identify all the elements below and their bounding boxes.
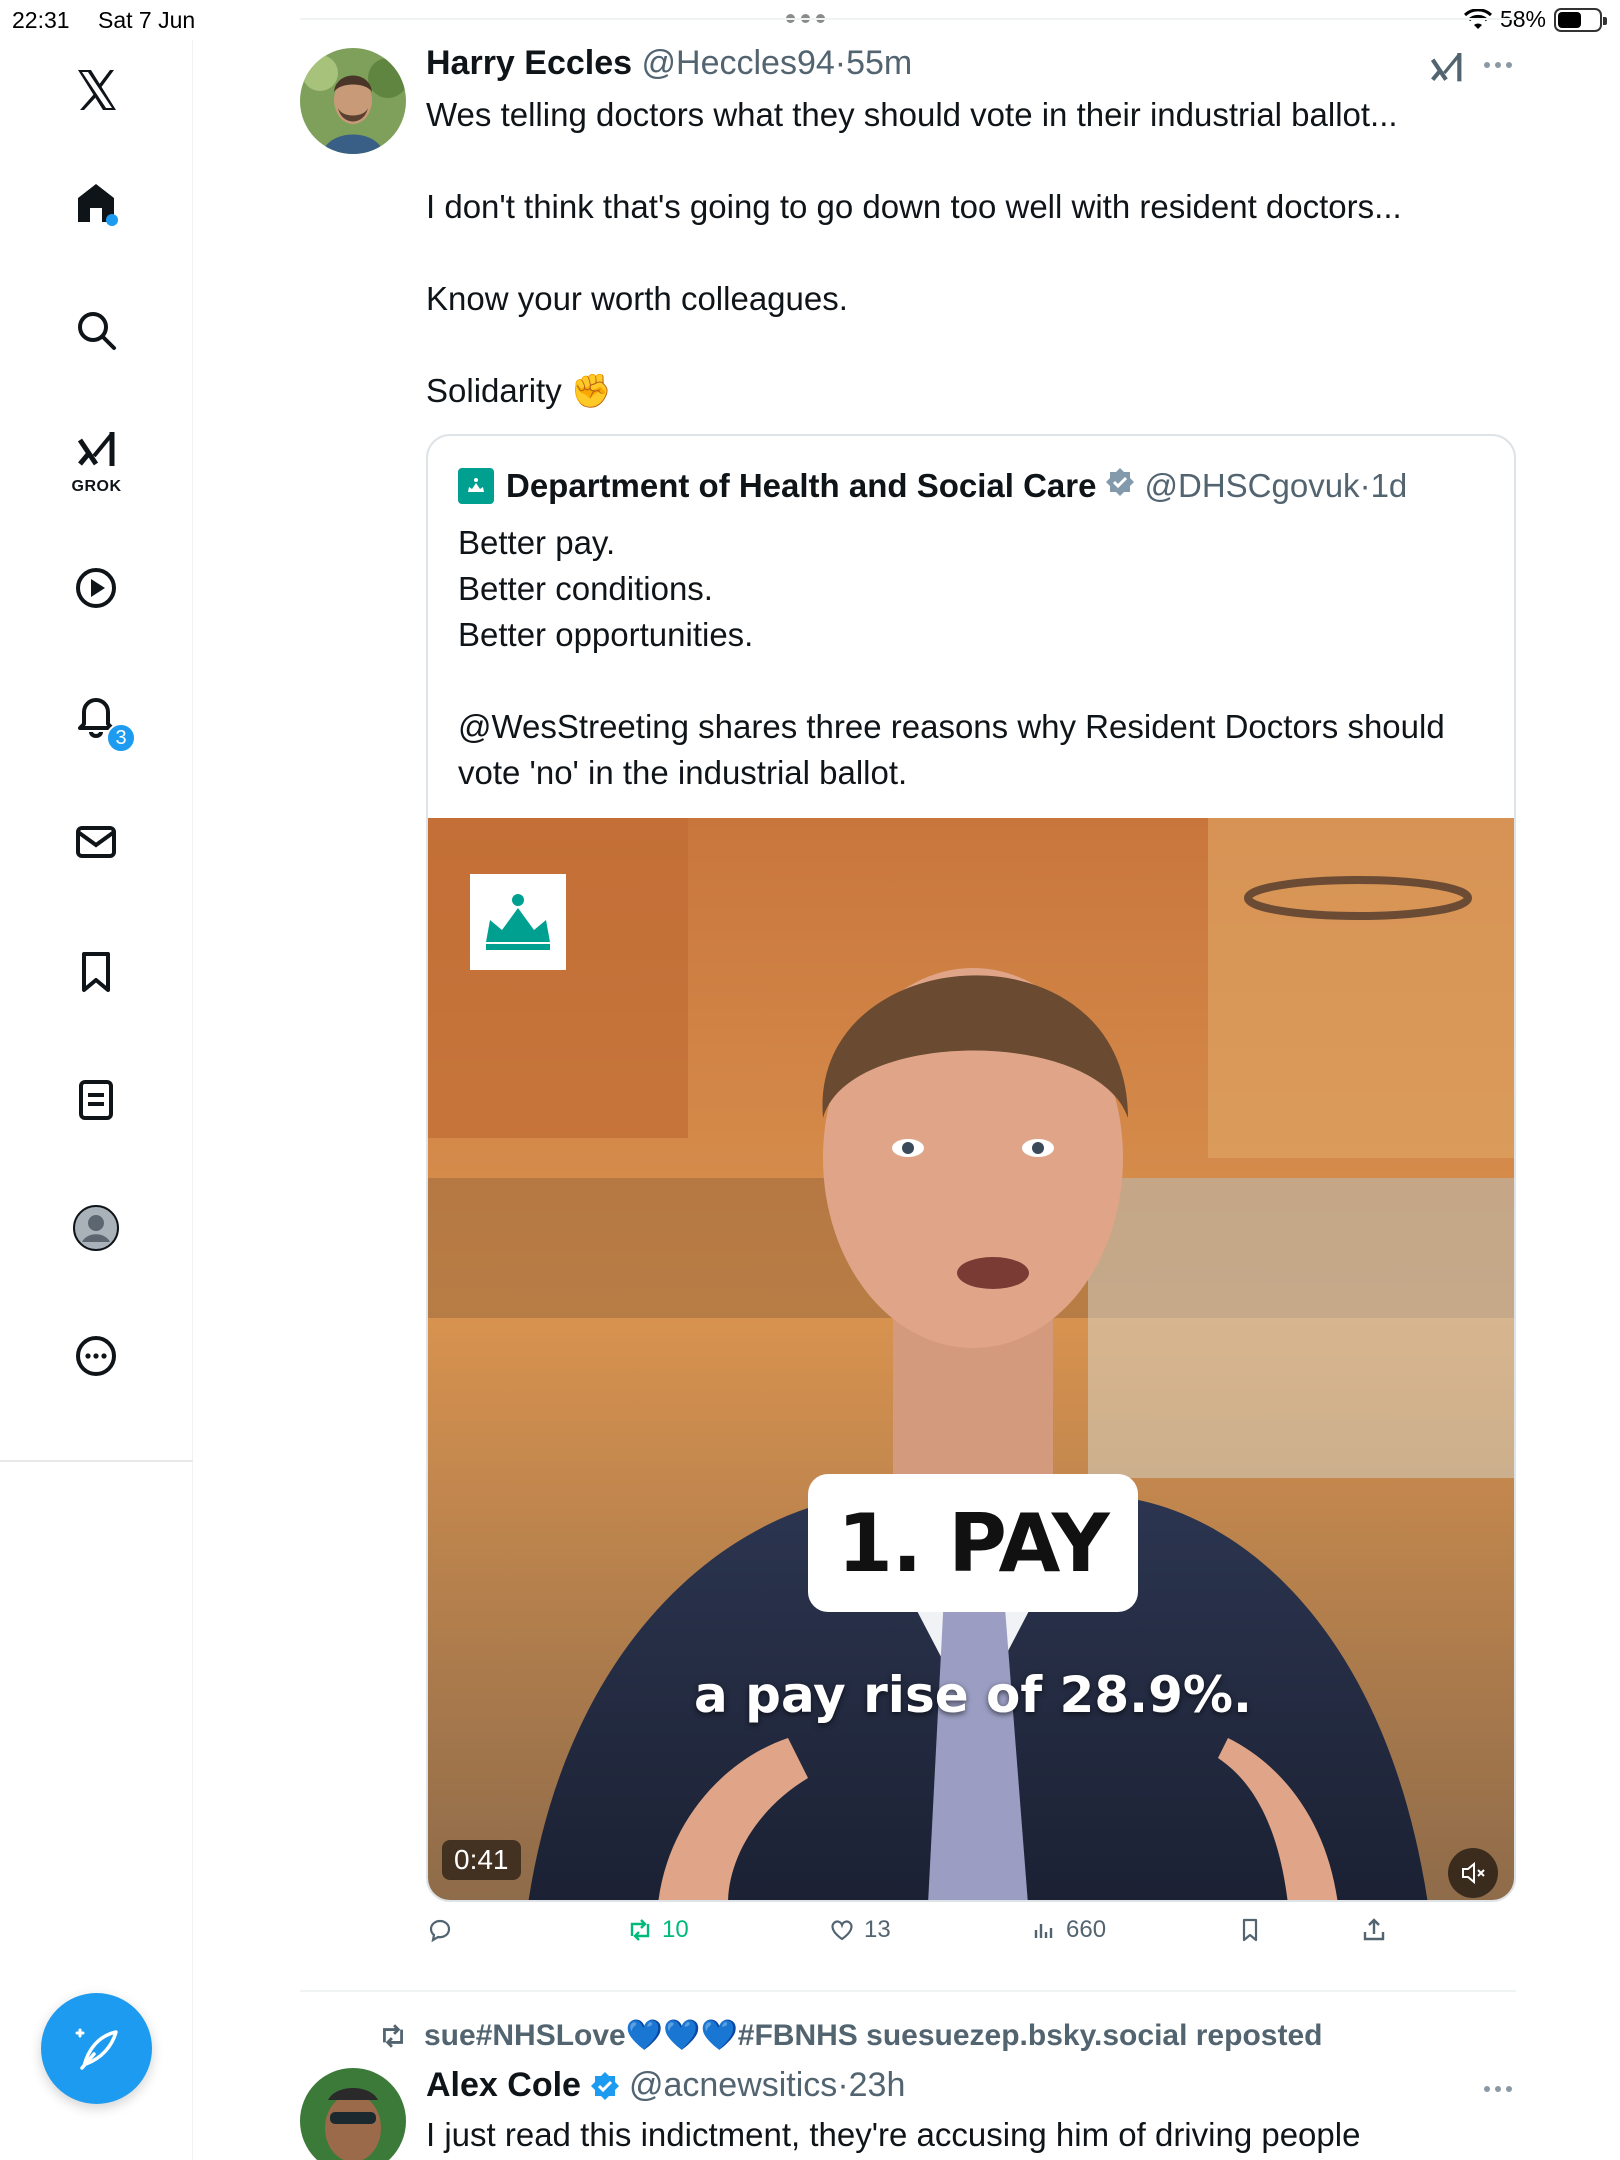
- quote-header: Department of Health and Social Care @DH…: [458, 466, 1407, 506]
- view-count: 660: [1066, 1916, 1107, 1943]
- tweet-actions: 10 13 660: [426, 1916, 1516, 1966]
- repost-small-icon: [383, 2023, 403, 2048]
- verified-badge-icon: [1104, 466, 1136, 506]
- second-author-name[interactable]: Alex Cole: [426, 2066, 581, 2105]
- heart-icon: [831, 1920, 853, 1941]
- repost-context[interactable]: sue#NHSLove💙💙💙#FBNHS suesuezep.bsky.soci…: [376, 2018, 1322, 2053]
- tweet-text-line-2: I don't think that's going to go down to…: [426, 188, 1402, 225]
- home-unread-dot: [106, 214, 118, 226]
- like-count: 13: [864, 1916, 891, 1943]
- status-date: Sat 7 Jun: [98, 7, 196, 33]
- status-time: 22:31: [12, 7, 70, 33]
- quote-separator: ·: [1359, 467, 1371, 504]
- quote-text-line-1: Better pay.: [458, 524, 616, 561]
- quote-text-line-5: vote 'no' in the industrial ballot.: [458, 754, 908, 791]
- reply-icon: [429, 1919, 451, 1943]
- compose-button[interactable]: [41, 1993, 152, 2104]
- second-author-avatar[interactable]: [300, 2068, 406, 2160]
- mute-button[interactable]: [1448, 1848, 1498, 1898]
- mute-icon: [1462, 1861, 1485, 1885]
- list-icon[interactable]: [56, 1060, 136, 1140]
- quote-text-line-4: @WesStreeting shares three reasons why R…: [458, 708, 1445, 745]
- compose-icon: [75, 2028, 118, 2070]
- quote-text-line-3: Better opportunities.: [458, 616, 754, 653]
- quote-time[interactable]: 1d: [1371, 467, 1408, 505]
- second-tweet-time[interactable]: 23h: [849, 2066, 906, 2105]
- tweet-divider: [300, 1990, 1516, 1992]
- repost-button[interactable]: 10: [626, 1916, 689, 1944]
- second-tweet-header: Alex Cole @acnewsitics · 23h: [426, 2066, 905, 2105]
- quoted-tweet[interactable]: Department of Health and Social Care @DH…: [426, 434, 1516, 1902]
- repost-context-text: sue#NHSLove💙💙💙#FBNHS suesuezep.bsky.soci…: [424, 2019, 1323, 2052]
- video-duration: 0:41: [442, 1840, 521, 1880]
- tweet-text-line-1: Wes telling doctors what they should vot…: [426, 96, 1398, 133]
- home-icon[interactable]: [56, 162, 136, 242]
- second-tweet-more-icon[interactable]: [1484, 2086, 1512, 2092]
- sidebar-divider: [0, 1460, 193, 1462]
- video-overlay-title: 1. PAY: [808, 1474, 1138, 1612]
- like-button[interactable]: 13: [828, 1916, 891, 1944]
- views-button[interactable]: 660: [1030, 1916, 1106, 1944]
- repost-icon: [630, 1919, 650, 1941]
- quote-author-name[interactable]: Department of Health and Social Care: [506, 467, 1096, 505]
- video-caption: a pay rise of 28.9%.: [694, 1666, 1252, 1724]
- share-icon: [1363, 1918, 1385, 1941]
- video-player[interactable]: 1. PAY a pay rise of 28.9%. 0:41: [428, 818, 1514, 1900]
- share-button[interactable]: [1360, 1916, 1388, 1944]
- mail-icon[interactable]: [56, 802, 136, 882]
- play-icon[interactable]: [56, 548, 136, 628]
- more-circle-icon[interactable]: [56, 1316, 136, 1396]
- quote-author-handle[interactable]: @DHSCgovuk: [1144, 467, 1359, 505]
- quote-text-line-2: Better conditions.: [458, 570, 713, 607]
- grok-label: GROK: [71, 478, 122, 495]
- profile-icon[interactable]: [56, 1188, 136, 1268]
- battery-fill: [1558, 11, 1582, 28]
- sidebar: GROK 3: [0, 40, 193, 2160]
- tweet-header: Harry Eccles @Heccles94·55m: [426, 44, 912, 83]
- bookmark-tweet-button[interactable]: [1236, 1916, 1264, 1944]
- reply-button[interactable]: [426, 1916, 462, 1944]
- tweet-text-line-3: Know your worth colleagues.: [426, 280, 848, 317]
- bookmark-icon[interactable]: [56, 932, 136, 1012]
- repost-count: 10: [662, 1916, 689, 1943]
- notification-badge: 3: [106, 723, 136, 753]
- separator: ·: [834, 44, 847, 82]
- author-avatar[interactable]: [300, 48, 406, 154]
- second-separator: ·: [837, 2066, 849, 2104]
- verified-blue-icon: [589, 2070, 621, 2102]
- bookmark-icon: [1242, 1918, 1258, 1942]
- search-icon[interactable]: [56, 290, 136, 370]
- second-tweet-text: I just read this indictment, they're acc…: [426, 2116, 1361, 2153]
- dhsc-logo-icon: [458, 468, 494, 504]
- battery-icon: [1554, 7, 1607, 32]
- tweet-time[interactable]: 55m: [846, 44, 912, 82]
- views-icon: [1034, 1924, 1053, 1938]
- tweet-text-line-4: Solidarity ✊: [426, 372, 612, 409]
- tweet-more-icon[interactable]: [1484, 62, 1512, 68]
- author-name[interactable]: Harry Eccles: [426, 44, 632, 82]
- timeline-divider: [300, 18, 1516, 20]
- dhsc-crown-logo-icon: [470, 874, 566, 970]
- grok-explain-icon[interactable]: [1426, 48, 1466, 93]
- author-handle[interactable]: @Heccles94: [642, 44, 835, 82]
- second-author-handle[interactable]: @acnewsitics: [629, 2066, 837, 2105]
- x-logo-icon[interactable]: [56, 50, 136, 130]
- video-frame: [428, 818, 1514, 1900]
